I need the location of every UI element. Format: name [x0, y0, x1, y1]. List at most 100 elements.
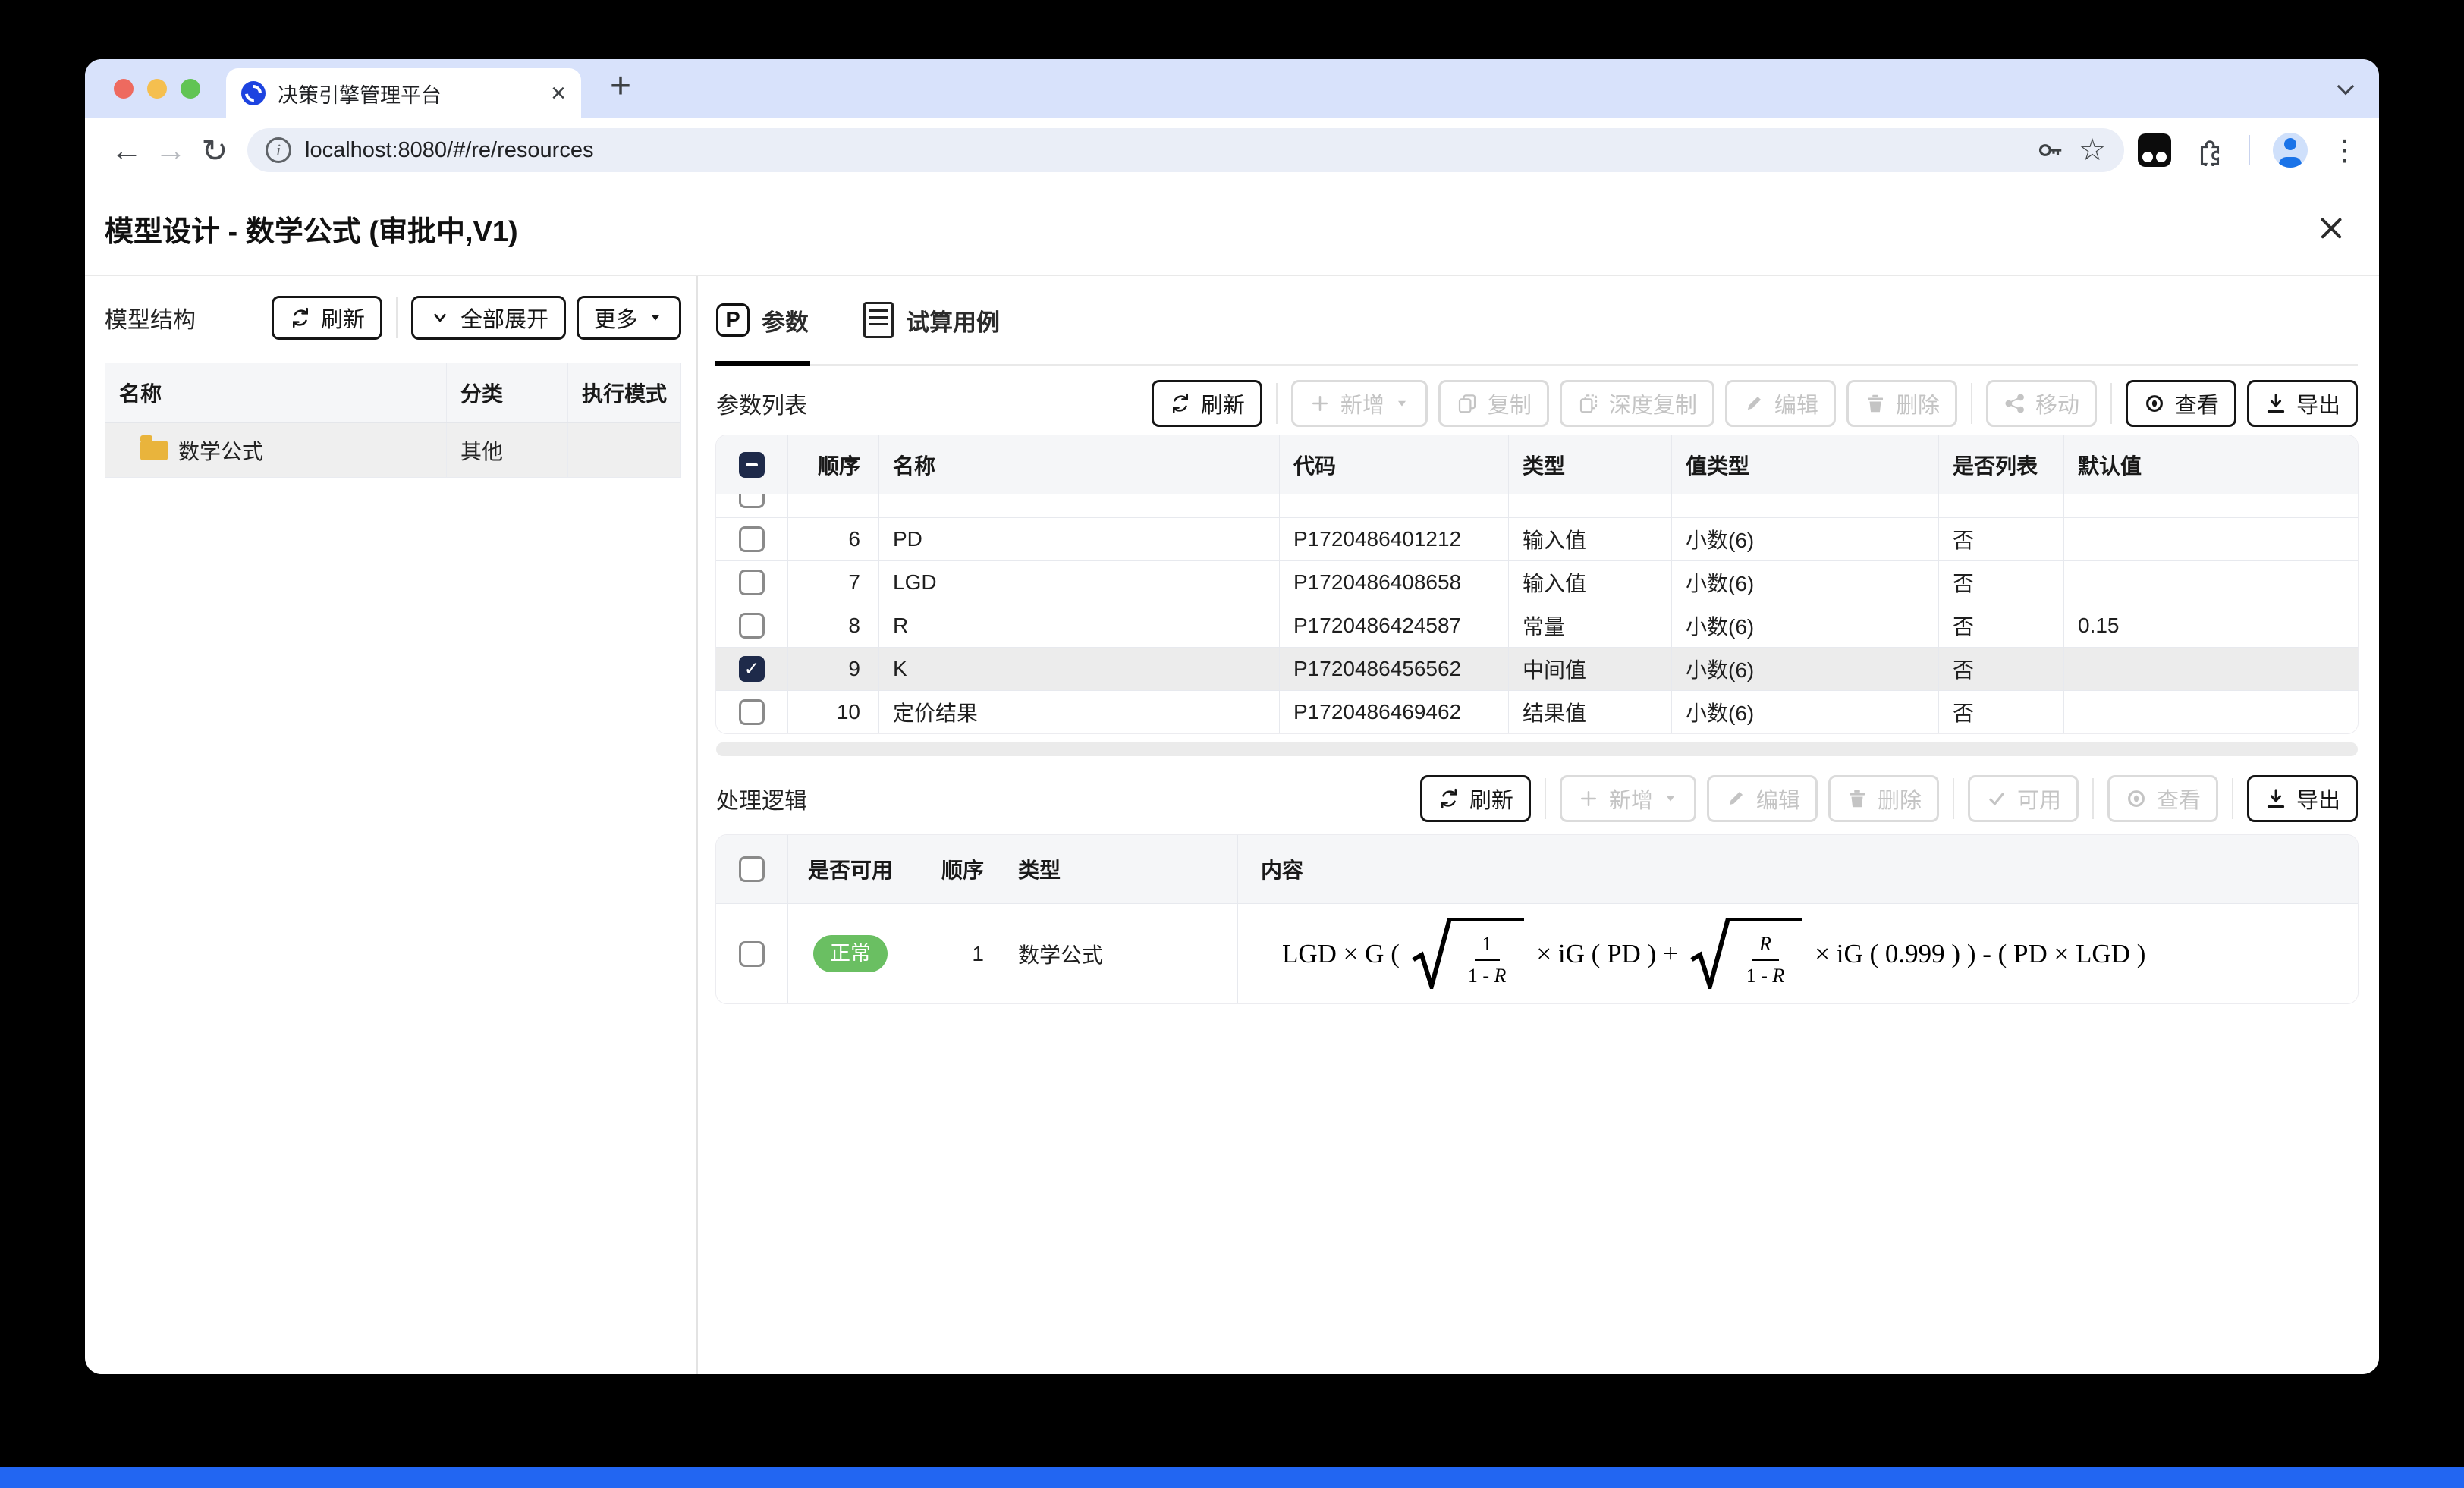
edit-button[interactable]: 编辑 — [1707, 775, 1818, 822]
tab-parameters[interactable]: P 参数 — [716, 276, 809, 364]
close-window-button[interactable] — [114, 79, 134, 99]
cell-is-list: 否 — [1939, 561, 2064, 604]
cell-name: PD — [879, 518, 1280, 560]
minimize-window-button[interactable] — [147, 79, 167, 99]
fraction: 11 - R — [1460, 934, 1514, 987]
add-button[interactable]: 新增 — [1291, 380, 1428, 427]
copy-button[interactable]: 复制 — [1438, 380, 1549, 427]
forward-arrow-icon[interactable]: → — [149, 132, 193, 168]
row-checkbox[interactable] — [739, 613, 765, 639]
row-checkbox[interactable] — [739, 570, 765, 595]
window-controls — [114, 79, 200, 99]
section-title: 参数列表 — [716, 387, 807, 420]
edit-button[interactable]: 编辑 — [1725, 380, 1836, 427]
row-checkbox[interactable] — [739, 526, 765, 552]
maximize-window-button[interactable] — [181, 79, 200, 99]
url-text[interactable]: localhost:8080/#/re/resources — [305, 138, 2022, 163]
expand-all-button[interactable]: 全部展开 — [411, 296, 566, 340]
button-label: 复制 — [1488, 388, 1532, 419]
tree-row[interactable]: 数学公式 其他 — [105, 422, 680, 477]
menu-kebab-icon[interactable]: ⋮ — [2330, 133, 2359, 168]
tab-trial-cases[interactable]: 试算用例 — [863, 276, 1000, 364]
profile-avatar[interactable] — [2273, 133, 2308, 168]
toolbar-separator — [396, 297, 398, 338]
cell-type: 数学公式 — [1004, 904, 1238, 1003]
param-row[interactable]: 6PDP1720486401212输入值小数(6)否 — [716, 517, 2358, 560]
tab-search-chevron-icon[interactable] — [2337, 78, 2355, 96]
close-icon[interactable] — [2315, 212, 2347, 244]
cell-code: P1720486408658 — [1280, 561, 1509, 604]
horizontal-scrollbar[interactable] — [716, 742, 2358, 756]
add-button[interactable]: 新增 — [1560, 775, 1696, 822]
export-button[interactable]: 导出 — [2247, 775, 2358, 822]
toolbar-separator — [2092, 778, 2094, 819]
refresh-button[interactable]: 刷新 — [1420, 775, 1531, 822]
move-button[interactable]: 移动 — [1986, 380, 2097, 427]
export-button[interactable]: 导出 — [2247, 380, 2358, 427]
column-header: 顺序 — [788, 435, 879, 494]
button-label: 编辑 — [1756, 783, 1800, 815]
button-label: 移动 — [2035, 388, 2079, 419]
param-row[interactable]: 8RP1720486424587常量小数(6)否0.15 — [716, 604, 2358, 647]
info-icon[interactable]: i — [266, 137, 291, 163]
select-all-checkbox[interactable] — [739, 856, 765, 882]
puzzle-icon[interactable] — [2194, 134, 2226, 166]
reload-icon[interactable]: ↻ — [193, 132, 237, 169]
cell-value-type: 小数(6) — [1672, 648, 1939, 690]
view-button[interactable]: 查看 — [2126, 380, 2236, 427]
tab-close-icon[interactable]: × — [551, 80, 566, 106]
key-icon[interactable] — [2036, 136, 2065, 165]
bookmark-star-icon[interactable]: ☆ — [2079, 135, 2106, 165]
refresh-button[interactable]: 刷新 — [272, 296, 382, 340]
param-row[interactable]: ✓9KP1720486456562中间值小数(6)否 — [716, 647, 2358, 690]
eye-icon — [2143, 392, 2166, 415]
row-checkbox[interactable] — [739, 494, 765, 508]
button-label: 刷新 — [1201, 388, 1245, 419]
row-checkbox[interactable]: ✓ — [739, 656, 765, 682]
cell-name: LGD — [879, 561, 1280, 604]
cell-type: 结果值 — [1509, 691, 1672, 733]
logic-row[interactable]: 正常1数学公式LGD × G (11 - R× iG ( PD ) +R1 - … — [716, 903, 2358, 1003]
cell-type: 常量 — [1509, 604, 1672, 647]
browser-tab[interactable]: 决策引擎管理平台 × — [226, 68, 581, 118]
param-row[interactable]: 7LGDP1720486408658输入值小数(6)否 — [716, 560, 2358, 604]
extension-icon[interactable] — [2138, 133, 2171, 167]
cell-seq: 6 — [788, 518, 879, 560]
back-arrow-icon[interactable]: ← — [105, 132, 149, 168]
row-checkbox[interactable] — [739, 699, 765, 725]
cell-value-type: 小数(6) — [1672, 691, 1939, 733]
more-button[interactable]: 更多 — [577, 296, 681, 340]
address-bar[interactable]: i localhost:8080/#/re/resources ☆ — [247, 128, 2124, 172]
button-label: 导出 — [2296, 388, 2340, 419]
view-button[interactable]: 查看 — [2107, 775, 2218, 822]
tab-title: 决策引擎管理平台 — [278, 79, 539, 108]
button-label: 全部展开 — [460, 302, 548, 334]
status-badge: 正常 — [813, 935, 888, 972]
new-tab-button[interactable]: + — [610, 65, 631, 107]
toolbar-right-icons: ⋮ — [2138, 133, 2359, 168]
cell-type: 输入值 — [1509, 561, 1672, 604]
delete-button[interactable]: 删除 — [1828, 775, 1939, 822]
cell-name: R — [879, 604, 1280, 647]
available-button[interactable]: 可用 — [1968, 775, 2079, 822]
deep-copy-button[interactable]: 深度复制 — [1560, 380, 1714, 427]
cell-is-list: 否 — [1939, 518, 2064, 560]
cell-seq: 9 — [788, 648, 879, 690]
column-header: 名称 — [879, 435, 1280, 494]
row-checkbox[interactable] — [739, 941, 765, 967]
select-all-checkbox[interactable] — [739, 452, 765, 478]
cell-default — [2064, 648, 2358, 690]
formula-text: × iG ( 0.999 ) ) - ( PD × LGD ) — [1815, 939, 2145, 969]
chevron-down-icon — [429, 306, 451, 329]
refresh-icon — [1438, 787, 1460, 810]
copy-icon — [1456, 392, 1479, 415]
parameter-badge-icon: P — [716, 303, 750, 337]
plus-icon — [1309, 392, 1331, 415]
logic-section-header: 处理逻辑 刷新新增编辑删除可用查看导出 — [716, 767, 2358, 830]
delete-button[interactable]: 删除 — [1846, 380, 1957, 427]
move-icon — [2004, 392, 2026, 415]
param-row[interactable]: 10定价结果P1720486469462结果值小数(6)否 — [716, 690, 2358, 733]
sqrt-expression: R1 - R — [1690, 918, 1803, 988]
refresh-button[interactable]: 刷新 — [1152, 380, 1262, 427]
button-label: 刷新 — [1469, 783, 1513, 815]
